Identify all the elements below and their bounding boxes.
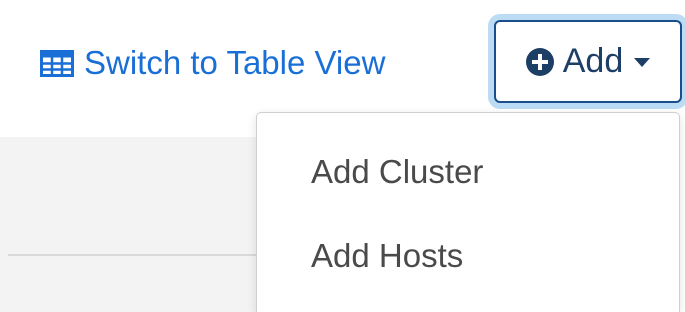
add-button-label: Add <box>562 42 624 80</box>
panel-divider <box>8 254 262 256</box>
switch-to-table-view-link[interactable]: Switch to Table View <box>40 38 385 88</box>
content-panel-background <box>0 137 262 312</box>
menu-item-add-hosts[interactable]: Add Hosts <box>257 221 679 291</box>
add-dropdown-button[interactable]: Add <box>494 20 682 103</box>
table-icon <box>40 49 74 77</box>
caret-down-icon <box>633 56 651 68</box>
switch-to-table-view-label: Switch to Table View <box>84 44 386 81</box>
add-dropdown-menu: Add Cluster Add Hosts <box>256 112 680 312</box>
menu-item-add-cluster[interactable]: Add Cluster <box>257 137 679 207</box>
plus-circle-icon <box>525 47 555 77</box>
